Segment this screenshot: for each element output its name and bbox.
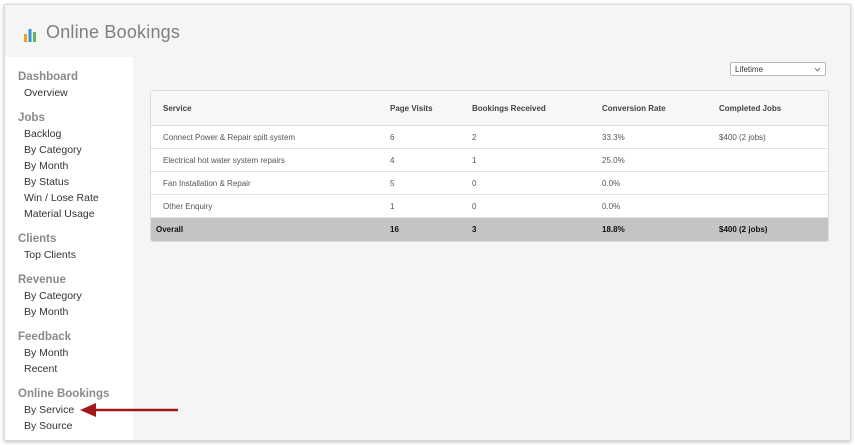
sidebar-item[interactable]: By Month xyxy=(24,347,68,359)
sidebar-item[interactable]: Backlog xyxy=(24,128,61,140)
sidebar-item[interactable]: Top Clients xyxy=(24,249,76,261)
page-title: Online Bookings xyxy=(46,22,181,42)
table-header-row: Service Page Visits Bookings Received Co… xyxy=(151,91,828,126)
sidebar-section-title: Clients xyxy=(18,233,57,245)
sidebar-item[interactable]: Overview xyxy=(24,87,68,99)
table-cell: 2 xyxy=(472,125,602,149)
table-row: Fan Installation & Repair 5 0 0.0% xyxy=(151,171,828,195)
table-cell: 1 xyxy=(472,148,602,172)
table-cell: 33.3% xyxy=(602,125,719,149)
main-content: Lifetime Service Page Visits Bookings Re… xyxy=(133,57,850,440)
annotation-arrow xyxy=(80,403,178,417)
column-header[interactable]: Page Visits xyxy=(390,91,472,126)
table-row: Other Enquiry 1 0 0.0% xyxy=(151,194,828,218)
sidebar-nav: Dashboard Overview Jobs Backlog By Category B… xyxy=(5,57,133,440)
sidebar-section-title: Revenue xyxy=(18,274,66,286)
table-cell: 4 xyxy=(390,148,472,172)
table-cell xyxy=(719,148,828,172)
table-cell xyxy=(719,171,828,195)
sidebar-item[interactable]: By Status xyxy=(24,176,69,188)
column-header[interactable]: Conversion Rate xyxy=(602,91,719,126)
sidebar-section-title: Dashboard xyxy=(18,71,79,83)
table-cell: 0 xyxy=(472,171,602,195)
column-header[interactable]: Bookings Received xyxy=(472,91,602,126)
table-cell: $400 (2 jobs) xyxy=(719,125,828,149)
chevron-down-icon xyxy=(814,67,821,72)
table-cell: Overall xyxy=(151,217,390,241)
sidebar-item[interactable]: Recent xyxy=(24,363,57,375)
column-header[interactable]: Service xyxy=(151,91,390,126)
table-cell: 5 xyxy=(390,171,472,195)
sidebar-section-title: Jobs xyxy=(18,112,45,124)
table-cell: Fan Installation & Repair xyxy=(151,171,390,195)
period-select[interactable]: Lifetime xyxy=(730,62,826,76)
sidebar-section-title: Feedback xyxy=(18,331,72,343)
sidebar-item[interactable]: By Category xyxy=(24,290,82,302)
table-cell: 0.0% xyxy=(602,171,719,195)
table-cell: 0.0% xyxy=(602,194,719,218)
table-cell: Electrical hot water system repairs xyxy=(151,148,390,172)
table-cell: 3 xyxy=(472,217,602,241)
sidebar-item[interactable]: By Category xyxy=(24,144,82,156)
table-cell: Connect Power & Repair spilt system xyxy=(151,125,390,149)
bar-chart-icon xyxy=(24,29,36,42)
sidebar-item[interactable]: By Source xyxy=(24,420,72,432)
table-cell: $400 (2 jobs) xyxy=(719,217,828,241)
table-cell xyxy=(719,194,828,218)
table-cell: 6 xyxy=(390,125,472,149)
table-cell: 25.0% xyxy=(602,148,719,172)
sidebar-item[interactable]: By Month xyxy=(24,306,68,318)
table-row: Electrical hot water system repairs 4 1 25.… xyxy=(151,148,828,172)
table-cell: 1 xyxy=(390,194,472,218)
bookings-table: Service Page Visits Bookings Received Co… xyxy=(150,90,829,242)
table-cell: 0 xyxy=(472,194,602,218)
table-cell: 16 xyxy=(390,217,472,241)
sidebar-item[interactable]: By Service xyxy=(24,404,74,416)
sidebar-item[interactable]: Material Usage xyxy=(24,208,95,220)
header: Online Bookings xyxy=(5,5,850,57)
table-row: Connect Power & Repair spilt system 6 2 33.… xyxy=(151,125,828,149)
period-select-value: Lifetime xyxy=(735,65,764,74)
overall-row: Overall 16 3 18.8% $400 (2 jobs) xyxy=(151,217,828,241)
table-cell: Other Enquiry xyxy=(151,194,390,218)
sidebar-item[interactable]: By Month xyxy=(24,160,68,172)
table-cell: 18.8% xyxy=(602,217,719,241)
app-window: Online Bookings Dashboard Overview Jobs Bac… xyxy=(4,4,851,441)
sidebar-item[interactable]: Win / Lose Rate xyxy=(24,192,99,204)
column-header[interactable]: Completed Jobs xyxy=(719,91,828,126)
